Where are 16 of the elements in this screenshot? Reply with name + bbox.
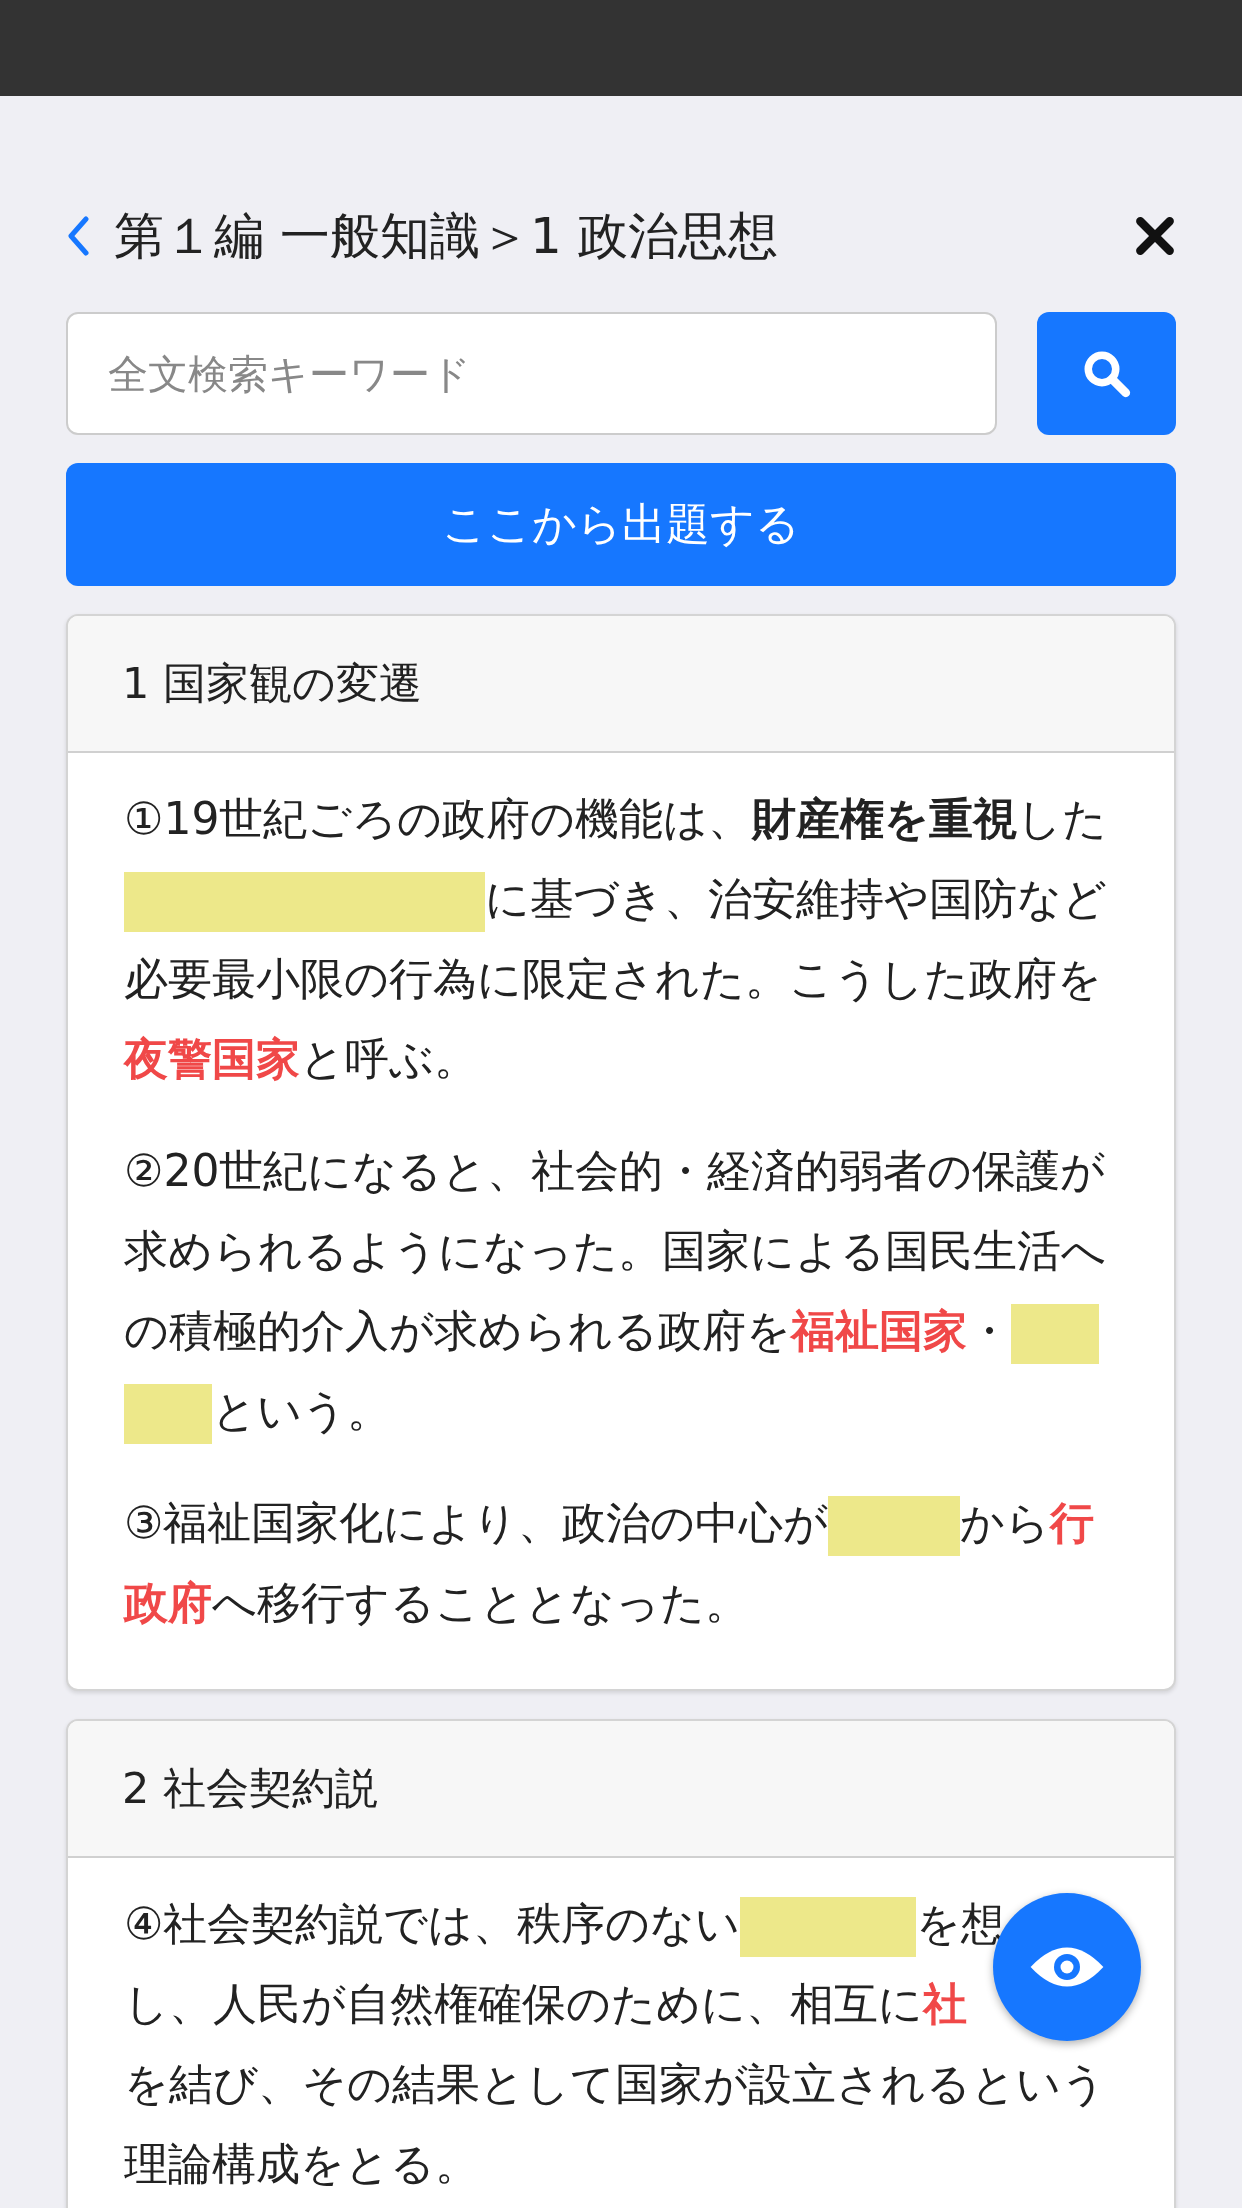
answer-blank[interactable] bbox=[1011, 1304, 1099, 1364]
search-field[interactable]: 全文検索キーワード bbox=[66, 312, 997, 435]
answer-blank[interactable] bbox=[828, 1496, 961, 1556]
paragraph: ②20世紀になると、社会的・経済的弱者の保護が求められるようになった。国家による国民生活への積極的介入が求められる政府を福祉国家・ という。 bbox=[124, 1131, 1118, 1451]
section-title: 1 国家観の変遷 bbox=[122, 656, 423, 710]
page-title: 第１編 一般知識＞1 政治思想 bbox=[114, 205, 779, 267]
answer-blank[interactable] bbox=[740, 1897, 917, 1957]
close-icon[interactable] bbox=[1134, 215, 1176, 257]
paragraph: ③福祉国家化により、政治の中心が から行政府へ移行することとなった。 bbox=[124, 1495, 1096, 1630]
start-quiz-button[interactable]: ここから出題する bbox=[66, 463, 1176, 586]
back-icon[interactable] bbox=[66, 214, 90, 258]
section-title: 2 社会契約説 bbox=[122, 1761, 379, 1815]
answer-blank[interactable] bbox=[124, 1384, 212, 1444]
answer-blank[interactable] bbox=[124, 872, 485, 932]
search-button[interactable] bbox=[1037, 312, 1176, 435]
paragraph: ①19世紀ごろの政府の機能は、財産権を重視 した に基づき、治安維持や国防など必要最小限の行為に限定された。こうした政府を 夜警国家と呼ぶ。 bbox=[124, 792, 1109, 1086]
